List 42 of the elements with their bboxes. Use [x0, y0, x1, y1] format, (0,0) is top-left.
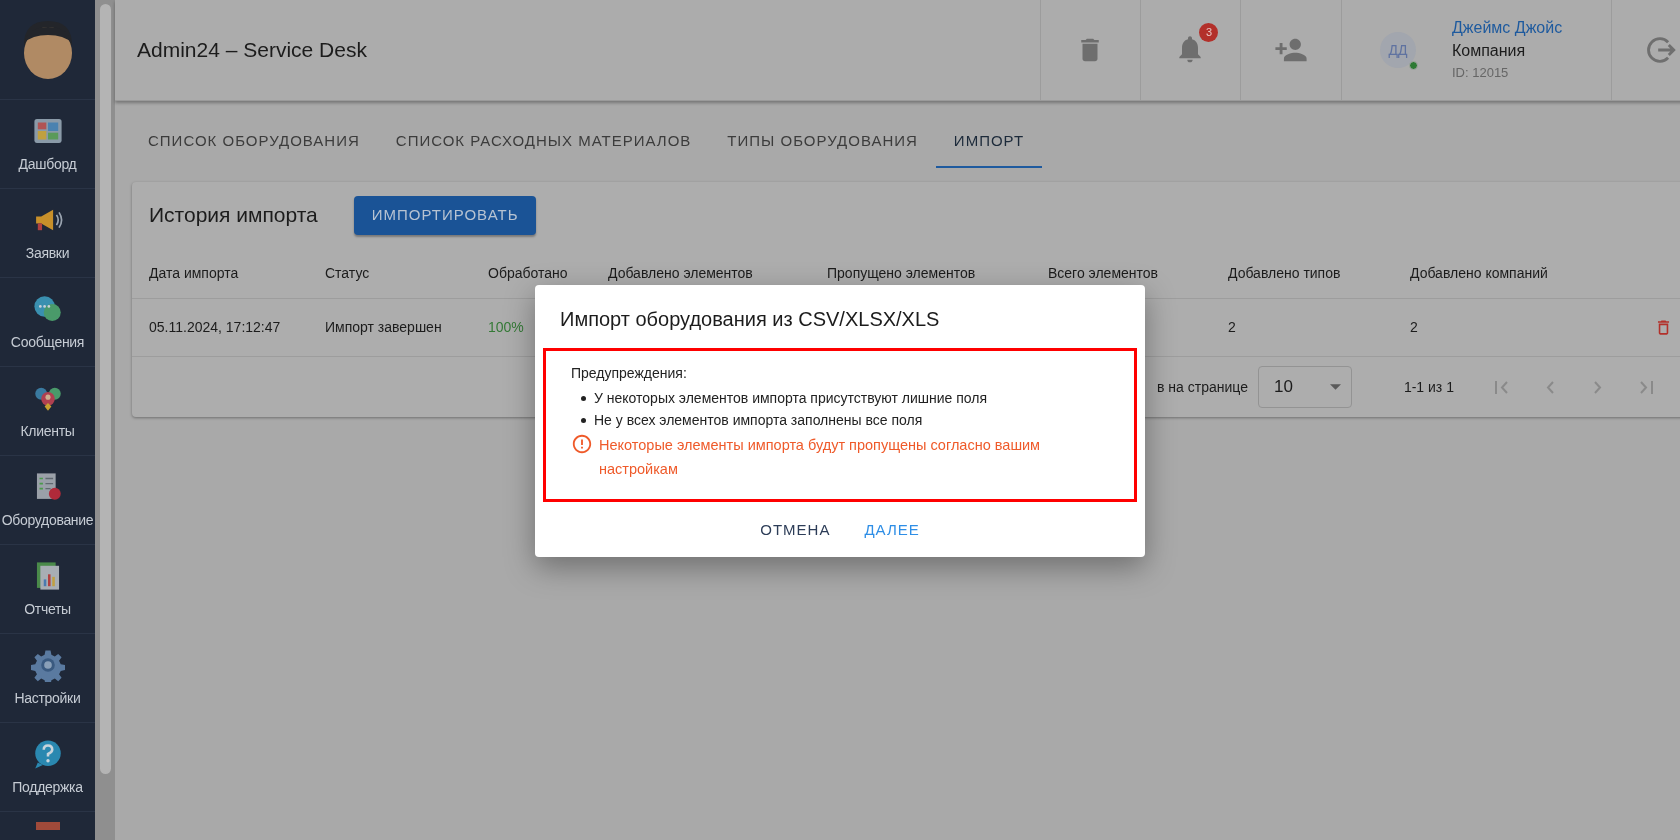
tab[interactable]: ТИПЫ ОБОРУДОВАНИЯ	[709, 116, 936, 168]
cancel-button[interactable]: ОТМЕНА	[752, 514, 839, 547]
notification-count: 3	[1199, 22, 1219, 42]
user-id: ID: 12015	[1451, 65, 1510, 82]
bullet-icon	[581, 417, 586, 423]
error-icon	[571, 433, 593, 455]
rows-per-page-select[interactable]: 10	[1257, 366, 1352, 408]
tab[interactable]: ИМПОРТ	[935, 116, 1043, 168]
dialog-title: Импорт оборудования из CSV/XLSX/XLS	[559, 307, 941, 332]
company-name: Компания	[1451, 41, 1527, 62]
column-header: Добавлено элементов	[608, 263, 754, 283]
column-header: Дата импорта	[149, 263, 240, 283]
dropdown-icon	[1329, 384, 1341, 390]
warnings-heading: Предупреждения:	[571, 364, 688, 383]
warning-text: У некоторых элементов импорта присутствуют лишние поля	[594, 388, 988, 408]
tab[interactable]: СПИСОК ОБОРУДОВАНИЯ	[130, 116, 378, 168]
chevron-right-icon	[1593, 380, 1602, 394]
user-avatar: ДД	[1379, 32, 1416, 68]
sidebar-item[interactable]: Настройки	[0, 634, 95, 723]
notice-text: Некоторые элементы импорта будут пропущены согласно вашим настройкам	[599, 436, 1042, 479]
import-button[interactable]: ИМПОРТИРОВАТЬ	[353, 195, 537, 235]
page-range: 1-1 из 1	[1403, 377, 1454, 397]
column-header: Добавлено типов	[1228, 263, 1342, 283]
chevron-left-icon	[1545, 380, 1554, 394]
tab[interactable]: СПИСОК РАСХОДНЫХ МАТЕРИАЛОВ	[377, 116, 710, 168]
column-header: Статус	[325, 263, 371, 283]
warning-text: Не у всех элементов импорта заполнены все поля	[594, 410, 923, 430]
column-header: Пропущено элементов	[827, 263, 977, 283]
first-page-icon	[1494, 380, 1509, 394]
table-cell-text: 2	[1228, 318, 1237, 337]
column-header: Всего элементов	[1048, 263, 1159, 283]
column-header: Обработано	[488, 263, 569, 283]
scrollbar-thumb[interactable]	[99, 4, 111, 774]
column-header: Добавлено компаний	[1410, 263, 1549, 283]
table-cell-text: 2	[1410, 318, 1419, 337]
table-cell-text: Импорт завершен	[325, 318, 443, 337]
last-page-icon	[1638, 380, 1653, 394]
app-title: Admin24 – Service Desk	[137, 37, 367, 64]
table-cell-text: 05.11.2024, 17:12:47	[149, 318, 282, 337]
bullet-icon	[581, 395, 586, 401]
rows-per-page-label: в на странице	[1157, 377, 1248, 397]
card-title: История импорта	[149, 202, 318, 229]
